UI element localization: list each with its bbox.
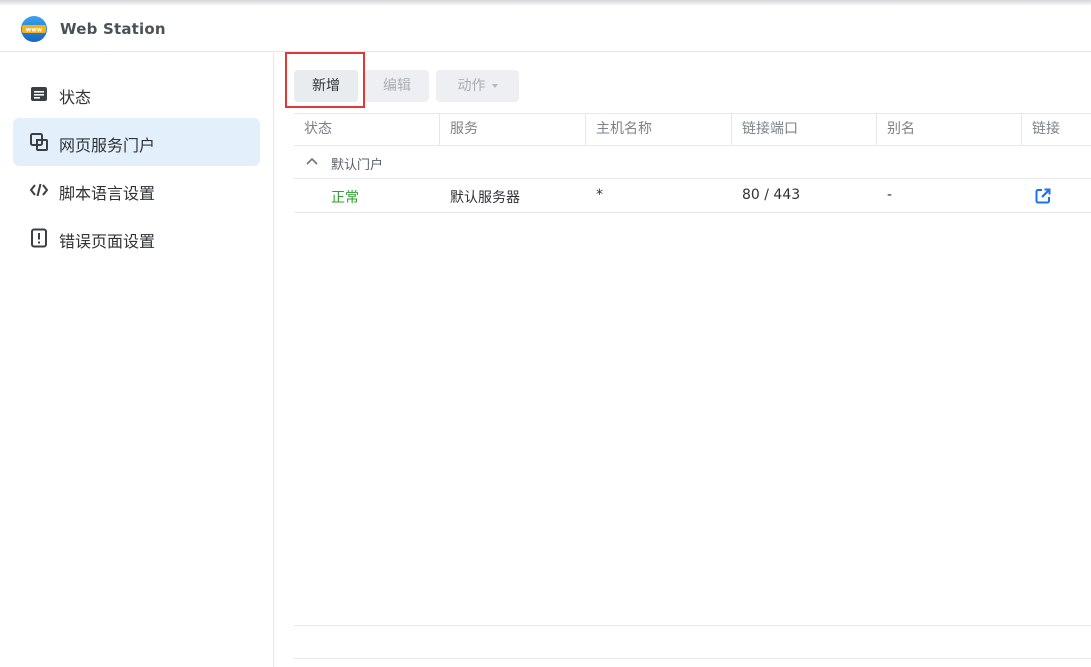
error-page-icon xyxy=(31,228,47,248)
group-label: 默认门户 xyxy=(331,158,384,173)
app-title: Web Station xyxy=(60,20,166,38)
cell-hostname: * xyxy=(596,187,603,203)
cell-service: 默认服务器 xyxy=(450,190,520,206)
title-bar: www Web Station xyxy=(0,6,1091,52)
svg-text:www: www xyxy=(26,27,43,34)
cell-status: 正常 xyxy=(331,190,359,206)
web-portal-icon xyxy=(30,133,48,151)
footer-divider xyxy=(294,625,1091,626)
sidebar-item-error-page[interactable]: 错误页面设置 xyxy=(13,214,260,262)
action-dropdown[interactable]: 动作 xyxy=(436,70,519,102)
column-header-alias[interactable]: 别名 xyxy=(877,114,1022,145)
sidebar-item-label: 状态 xyxy=(59,88,92,107)
footer-divider xyxy=(294,658,1091,659)
create-button[interactable]: 新增 xyxy=(294,70,358,102)
column-header-hostname[interactable]: 主机名称 xyxy=(586,114,732,145)
column-header-status[interactable]: 状态 xyxy=(294,114,440,145)
status-icon xyxy=(31,87,47,101)
cell-port: 80 / 443 xyxy=(742,187,801,203)
action-dropdown-label: 动作 xyxy=(457,78,486,94)
sidebar: 状态 网页服务门户 脚本语言设置 错误页面设置 xyxy=(0,53,274,667)
sidebar-item-label: 错误页面设置 xyxy=(59,232,156,251)
column-header-service[interactable]: 服务 xyxy=(440,114,586,145)
chevron-down-icon xyxy=(491,84,498,88)
sidebar-item-label: 脚本语言设置 xyxy=(59,184,156,203)
cell-alias: - xyxy=(887,187,893,203)
sidebar-item-web-portal[interactable]: 网页服务门户 xyxy=(13,118,260,166)
main-panel: 新增 编辑 动作 状态 服务 主机名称 链接端口 别名 链接 默认门户 正常 默… xyxy=(275,53,1091,667)
column-header-link[interactable]: 链接 xyxy=(1022,114,1091,145)
sidebar-item-status[interactable]: 状态 xyxy=(13,70,260,118)
group-row-default-portal[interactable]: 默认门户 xyxy=(294,146,1091,179)
web-station-logo-icon: www xyxy=(21,16,47,42)
sidebar-item-label: 网页服务门户 xyxy=(59,136,156,155)
edit-button[interactable]: 编辑 xyxy=(365,70,429,102)
column-header-port[interactable]: 链接端口 xyxy=(732,114,877,145)
sidebar-item-script-language[interactable]: 脚本语言设置 xyxy=(13,166,260,214)
chevron-up-icon[interactable] xyxy=(306,156,318,166)
external-link-icon[interactable] xyxy=(1034,187,1052,205)
code-icon xyxy=(30,183,48,197)
table-row[interactable]: 正常 默认服务器 * 80 / 443 - xyxy=(294,179,1091,213)
table-header: 状态 服务 主机名称 链接端口 别名 链接 xyxy=(294,113,1091,146)
